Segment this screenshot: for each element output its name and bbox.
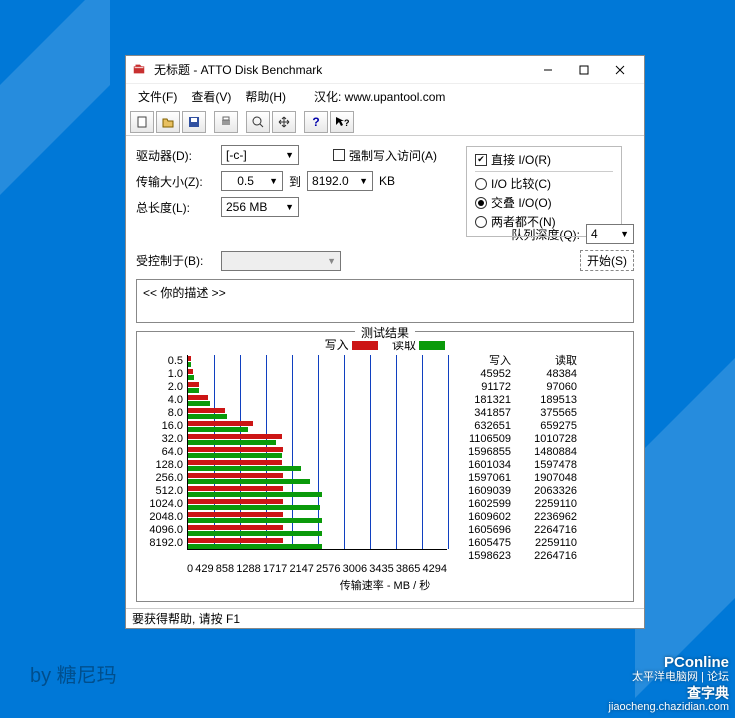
description-box[interactable]: << 你的描述 >> xyxy=(136,279,634,323)
open-file-icon[interactable] xyxy=(156,111,180,133)
watermark-site: PConline 太平洋电脑网 | 论坛 查字典 jiaocheng.chazi… xyxy=(609,656,729,714)
titlebar[interactable]: 无标题 - ATTO Disk Benchmark xyxy=(126,56,644,84)
drive-select[interactable]: [-c-]▼ xyxy=(221,145,299,165)
minimize-button[interactable] xyxy=(530,58,566,82)
transfer-label: 传输大小(Z): xyxy=(136,173,221,190)
print-icon[interactable] xyxy=(214,111,238,133)
controlled-label: 受控制于(B): xyxy=(136,252,221,269)
close-button[interactable] xyxy=(602,58,638,82)
results-panel: 测试结果 写入 读取 0.51.02.04.08.016.032.064.012… xyxy=(136,331,634,602)
force-write-checkbox[interactable] xyxy=(333,149,345,161)
maximize-button[interactable] xyxy=(566,58,602,82)
menu-localize[interactable]: 汉化: www.upantool.com xyxy=(308,86,451,107)
help-icon[interactable]: ? xyxy=(304,111,328,133)
io-compare-radio[interactable] xyxy=(475,178,487,190)
overlap-io-radio[interactable] xyxy=(475,197,487,209)
length-select[interactable]: 256 MB▼ xyxy=(221,197,299,217)
transfer-to-select[interactable]: 8192.0▼ xyxy=(307,171,373,191)
unit-label: KB xyxy=(379,174,395,188)
controlled-select[interactable]: ▼ xyxy=(221,251,341,271)
move-icon[interactable] xyxy=(272,111,296,133)
watermark-author: by 糖尼玛 xyxy=(30,659,117,688)
menubar: 文件(F) 查看(V) 帮助(H) 汉化: www.upantool.com xyxy=(126,84,644,109)
app-icon xyxy=(132,62,148,78)
new-file-icon[interactable] xyxy=(130,111,154,133)
transfer-from-select[interactable]: 0.5▼ xyxy=(221,171,283,191)
preview-icon[interactable] xyxy=(246,111,270,133)
app-window: 无标题 - ATTO Disk Benchmark 文件(F) 查看(V) 帮助… xyxy=(125,55,645,629)
neither-radio[interactable] xyxy=(475,216,487,228)
queue-select[interactable]: 4▼ xyxy=(586,224,634,244)
direct-io-checkbox[interactable]: ✔ xyxy=(475,154,487,166)
window-title: 无标题 - ATTO Disk Benchmark xyxy=(154,61,530,78)
statusbar: 要获得帮助, 请按 F1 xyxy=(126,608,644,628)
results-title: 测试结果 xyxy=(355,324,415,341)
xaxis-label: 传输速率 - MB / 秒 xyxy=(143,577,627,593)
length-label: 总长度(L): xyxy=(136,199,221,216)
save-file-icon[interactable] xyxy=(182,111,206,133)
svg-text:?: ? xyxy=(344,118,350,128)
whatsthis-icon[interactable]: ? xyxy=(330,111,354,133)
force-write-label: 强制写入访问(A) xyxy=(349,147,437,164)
menu-view[interactable]: 查看(V) xyxy=(185,86,237,107)
menu-file[interactable]: 文件(F) xyxy=(132,86,183,107)
toolbar: ? ? xyxy=(126,109,644,136)
drive-label: 驱动器(D): xyxy=(136,147,221,164)
chart: 0.51.02.04.08.016.032.064.0128.0256.0512… xyxy=(143,355,447,563)
to-label: 到 xyxy=(289,173,301,190)
menu-help[interactable]: 帮助(H) xyxy=(239,86,292,107)
start-button[interactable]: 开始(S) xyxy=(580,250,634,271)
